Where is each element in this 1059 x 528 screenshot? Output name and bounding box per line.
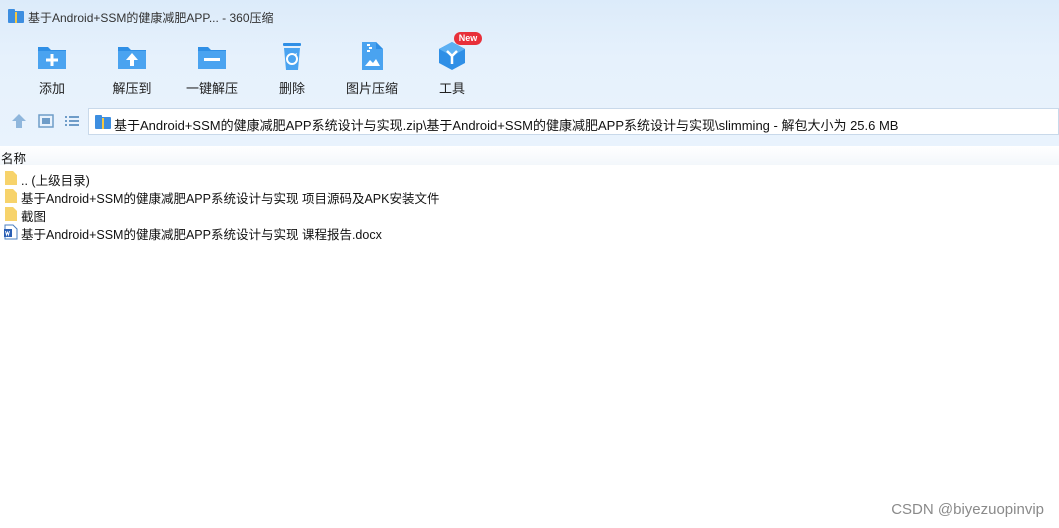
thumbnail-view-icon[interactable] [37,112,55,130]
list-view-icon[interactable] [63,112,81,130]
list-item-parent-dir[interactable]: .. (上级目录) [0,169,700,188]
column-header-bar: 名称 [0,146,1059,167]
one-click-extract-icon [198,47,226,69]
column-header-name[interactable]: 名称 [1,148,26,167]
folder-icon [5,207,17,221]
image-compress-button[interactable]: 图片压缩 [334,36,410,96]
one-click-extract-label: 一键解压 [185,81,238,96]
watermark: CSDN @biyezuopinvip [891,501,1044,518]
window-title: 基于Android+SSM的健康减肥APP... - 360压缩 [28,11,274,25]
list-item-screenshots-folder[interactable]: 截图 [0,205,700,224]
add-label: 添加 [38,81,65,96]
list-item-source-folder[interactable]: 基于Android+SSM的健康减肥APP系统设计与实现 项目源码及APK安装文… [0,187,700,206]
list-item-label: 基于Android+SSM的健康减肥APP系统设计与实现 课程报告.docx [21,228,382,242]
delete-button[interactable]: 删除 [254,36,330,96]
tools-button[interactable]: New 工具 [414,32,490,96]
recycle-bin-icon [283,43,301,70]
navigation-row: 基于Android+SSM的健康减肥APP系统设计与实现.zip\基于Andro… [0,106,1059,136]
list-item-docx-file[interactable]: 基于Android+SSM的健康减肥APP系统设计与实现 课程报告.docx [0,223,700,242]
new-badge: New [454,32,482,45]
add-button[interactable]: 添加 [14,36,90,96]
folder-icon [5,189,17,203]
image-compress-icon [362,42,383,70]
toolbar: 添加 解压到 一键解压 删除 图片压缩 New 工具 [0,32,1059,96]
word-document-icon [4,224,18,240]
top-chrome: 基于Android+SSM的健康减肥APP... - 360压缩 添加 解压到 [0,0,1059,146]
extract-to-folder-icon [118,47,146,69]
one-click-extract-button[interactable]: 一键解压 [174,36,250,96]
extract-to-label: 解压到 [112,81,152,96]
zip-archive-icon [95,115,111,129]
delete-label: 删除 [278,81,305,96]
folder-icon [5,171,17,185]
title-bar[interactable]: 基于Android+SSM的健康减肥APP... - 360压缩 [0,0,1059,32]
tools-label: 工具 [438,81,465,96]
add-folder-icon [38,47,66,69]
image-compress-label: 图片压缩 [345,81,398,96]
zip-archive-icon [8,9,24,23]
extract-to-button[interactable]: 解压到 [94,36,170,96]
up-arrow-icon[interactable] [10,112,28,130]
address-bar[interactable]: 基于Android+SSM的健康减肥APP系统设计与实现.zip\基于Andro… [88,108,1059,135]
address-path: 基于Android+SSM的健康减肥APP系统设计与实现.zip\基于Andro… [114,118,899,133]
